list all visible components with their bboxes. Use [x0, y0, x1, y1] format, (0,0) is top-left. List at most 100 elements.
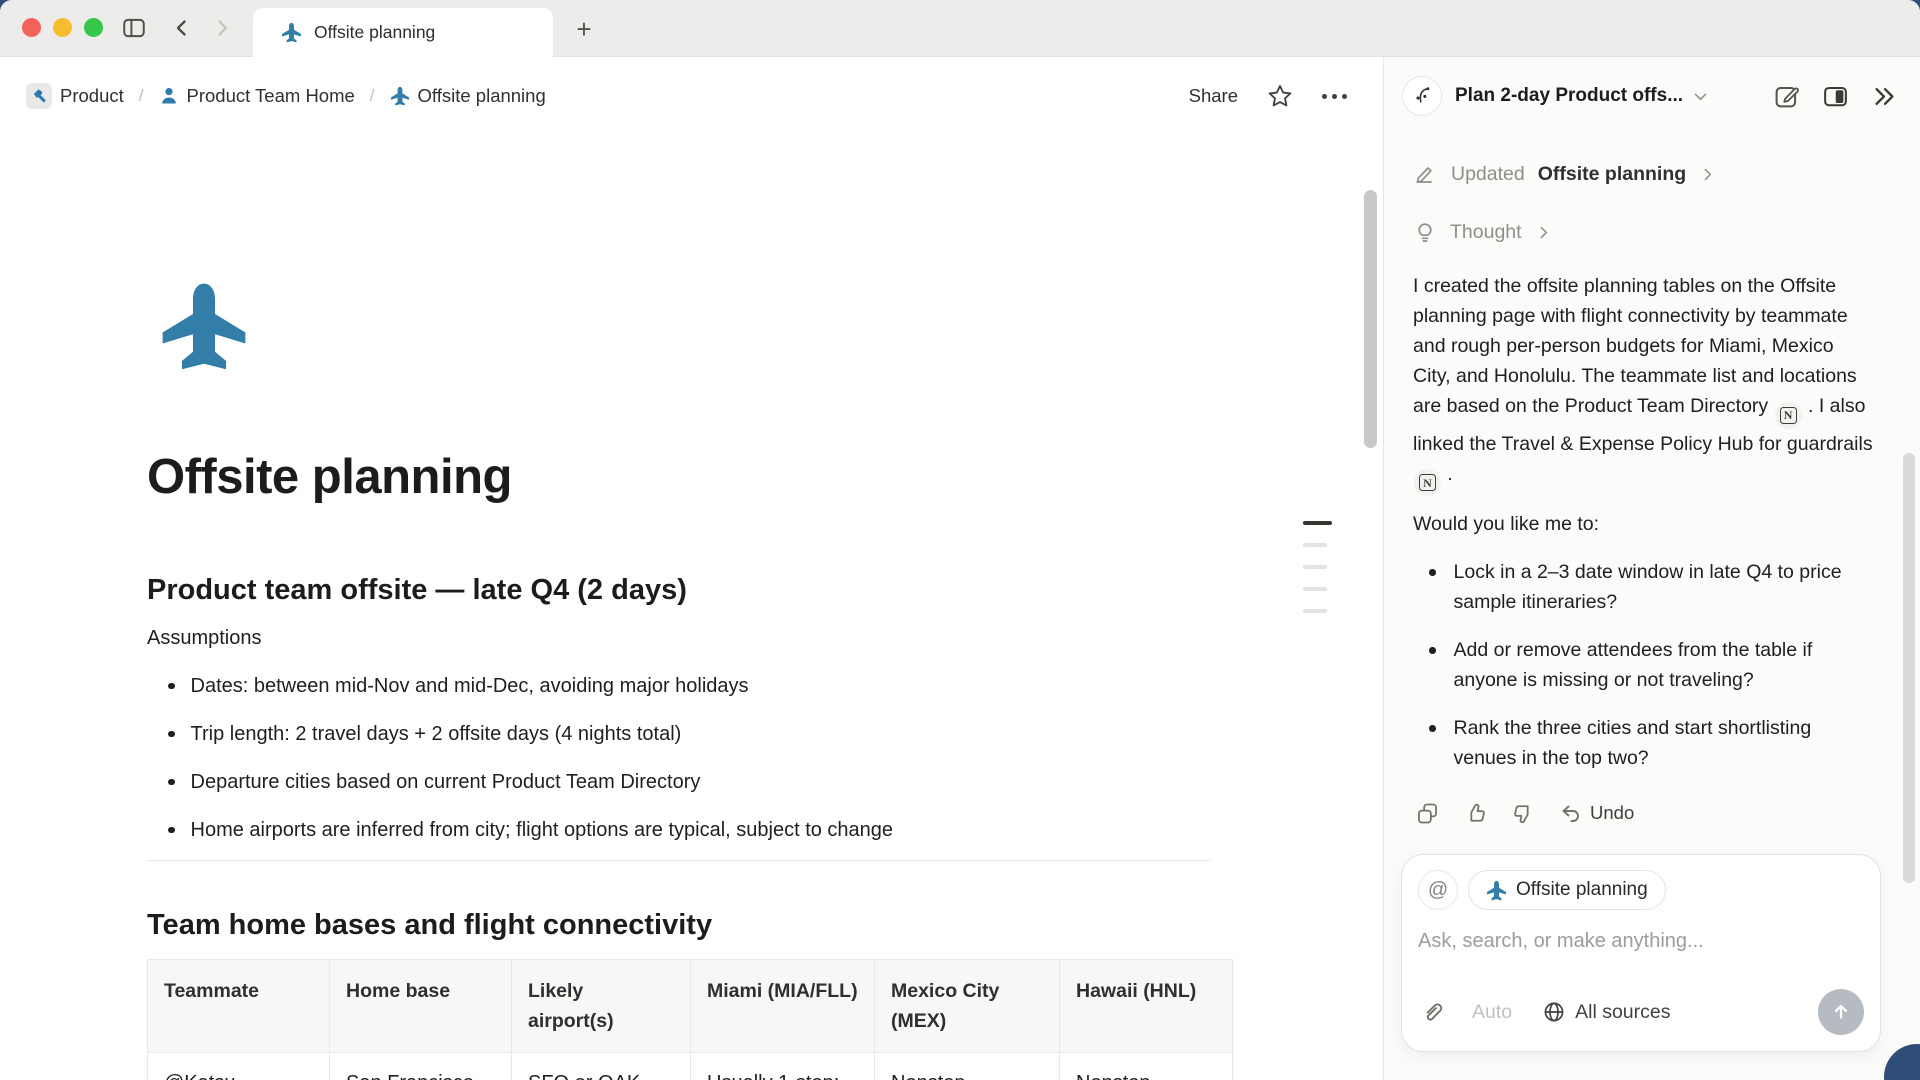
chip-label: Offsite planning — [1516, 879, 1648, 901]
undo-label: Undo — [1590, 802, 1634, 824]
thought-label: Thought — [1450, 221, 1522, 244]
updated-step-row[interactable]: Updated Offsite planning — [1413, 162, 1874, 187]
column-header[interactable]: Likely airport(s) — [512, 960, 691, 1053]
assumptions-list: Dates: between mid-Nov and mid-Dec, avoi… — [147, 662, 1233, 854]
thumbs-up-icon[interactable] — [1461, 799, 1489, 827]
column-header[interactable]: Home base — [330, 960, 512, 1053]
breadcrumb-item-offsite-planning[interactable]: Offsite planning — [384, 81, 552, 111]
list-item: Departure cities based on current Produc… — [147, 758, 1233, 806]
column-header[interactable]: Hawaii (HNL) — [1060, 960, 1233, 1053]
table-cell[interactable]: Usually 1-stop; — [691, 1053, 875, 1080]
column-header[interactable]: Mexico City (MEX) — [875, 960, 1060, 1053]
breadcrumb-label: Product — [60, 85, 124, 107]
table-cell[interactable]: SFO or OAK — [512, 1053, 691, 1080]
plane-icon — [281, 22, 302, 43]
breadcrumb-item-team-home[interactable]: Product Team Home — [153, 81, 361, 111]
minimize-window-button[interactable] — [53, 18, 72, 37]
notion-ai-face-icon — [1402, 76, 1442, 116]
connectivity-table: Teammate Home base Likely airport(s) Mia… — [147, 959, 1233, 1080]
document-header: Product / Product Team Home / Offsite pl… — [0, 57, 1383, 135]
sidebar-toggle-icon — [121, 15, 147, 41]
person-icon — [159, 86, 179, 106]
close-window-button[interactable] — [22, 18, 41, 37]
ai-sidebar: Plan 2-day Product offs... — [1383, 57, 1920, 1080]
breadcrumb: Product / Product Team Home / Offsite pl… — [20, 79, 552, 113]
auto-mode-button[interactable]: Auto — [1472, 1001, 1512, 1024]
chevron-left-icon — [170, 16, 194, 40]
thumbs-down-icon[interactable] — [1509, 799, 1537, 827]
undo-button[interactable]: Undo — [1559, 801, 1634, 825]
table-cell[interactable]: Nonstop — [875, 1053, 1060, 1080]
star-icon[interactable] — [1266, 82, 1294, 110]
list-item: Rank the three cities and start shortlis… — [1413, 713, 1874, 773]
document-scrollbar[interactable] — [1364, 190, 1377, 448]
table-cell-mention[interactable]: @Katsu — [148, 1053, 330, 1080]
page-plane-icon[interactable] — [155, 280, 253, 372]
table-cell[interactable]: San Francisco — [330, 1053, 512, 1080]
column-header[interactable]: Teammate — [148, 960, 330, 1053]
all-sources-label: All sources — [1575, 1001, 1670, 1024]
thought-step-row[interactable]: Thought — [1413, 220, 1874, 244]
new-tab-button[interactable]: + — [568, 13, 600, 45]
thread-title[interactable]: Plan 2-day Product offs... — [1455, 85, 1683, 107]
tab-offsite-planning[interactable]: Offsite planning — [253, 8, 553, 57]
suggestion-list: Lock in a 2–3 date window in late Q4 to … — [1413, 557, 1874, 773]
zoom-window-button[interactable] — [84, 18, 103, 37]
composer-input[interactable]: Ask, search, or make anything... — [1418, 930, 1864, 953]
toggle-sidebar-button[interactable] — [120, 14, 148, 42]
assumptions-label: Assumptions — [147, 624, 1233, 652]
chevron-down-icon[interactable] — [1692, 88, 1709, 105]
attachment-paperclip-icon[interactable] — [1418, 998, 1446, 1026]
hammer-icon — [26, 83, 52, 109]
table-row: @Katsu San Francisco SFO or OAK Usually … — [148, 1053, 1233, 1080]
sidebar-scrollbar[interactable] — [1903, 453, 1915, 883]
lightbulb-icon — [1413, 220, 1437, 244]
share-button[interactable]: Share — [1189, 85, 1238, 107]
list-item: Trip length: 2 travel days + 2 offsite d… — [147, 710, 1233, 758]
mention-at-button[interactable]: @ — [1418, 870, 1458, 910]
updated-label: Updated — [1451, 163, 1525, 186]
ai-message: I created the offsite planning tables on… — [1413, 271, 1874, 496]
arrow-up-icon — [1830, 1001, 1852, 1023]
tab-title: Offsite planning — [314, 22, 435, 43]
section-heading: Team home bases and flight connectivity — [147, 907, 1233, 943]
undo-arrow-icon — [1559, 801, 1583, 825]
more-options-button[interactable] — [1322, 94, 1347, 99]
list-item: Lock in a 2–3 date window in late Q4 to … — [1413, 557, 1874, 617]
updated-target-page: Offsite planning — [1538, 163, 1686, 186]
message-actions: Undo — [1413, 799, 1874, 827]
breadcrumb-separator: / — [370, 86, 375, 106]
all-sources-button[interactable]: All sources — [1542, 1000, 1670, 1024]
list-item: Add or remove attendees from the table i… — [1413, 635, 1874, 695]
breadcrumb-item-product[interactable]: Product — [20, 79, 130, 113]
edit-pencil-icon — [1413, 162, 1438, 187]
table-of-contents-indicator[interactable] — [1303, 521, 1332, 631]
copy-icon[interactable] — [1413, 799, 1441, 827]
chevrons-right-icon[interactable] — [1870, 82, 1898, 110]
ai-sidebar-header: Plan 2-day Product offs... — [1384, 57, 1920, 135]
app-window: Offsite planning + Product / Product Tea… — [0, 0, 1920, 1080]
table-header-row: Teammate Home base Likely airport(s) Mia… — [148, 960, 1233, 1053]
ai-composer[interactable]: @ Offsite planning Ask, search, or make … — [1401, 854, 1881, 1052]
tab-bar: Offsite planning + — [0, 0, 1920, 57]
send-button[interactable] — [1818, 989, 1864, 1035]
breadcrumb-label: Product Team Home — [187, 85, 355, 107]
forward-button[interactable] — [208, 14, 236, 42]
notion-page-badge-icon[interactable]: N — [1414, 469, 1441, 496]
column-header[interactable]: Miami (MIA/FLL) — [691, 960, 875, 1053]
plane-icon — [390, 86, 410, 106]
chevron-right-icon — [1535, 224, 1552, 241]
breadcrumb-label: Offsite planning — [418, 85, 546, 107]
context-chip-offsite-planning[interactable]: Offsite planning — [1468, 870, 1666, 910]
compose-icon[interactable] — [1772, 82, 1800, 110]
table-cell[interactable]: Nonstop — [1060, 1053, 1233, 1080]
back-button[interactable] — [168, 14, 196, 42]
ai-question: Would you like me to: — [1413, 509, 1874, 539]
divider — [147, 860, 1210, 861]
panel-right-icon[interactable] — [1821, 82, 1849, 110]
list-item: Dates: between mid-Nov and mid-Dec, avoi… — [147, 662, 1233, 710]
page-title: Offsite planning — [147, 448, 1233, 506]
section-heading: Product team offsite — late Q4 (2 days) — [147, 572, 1233, 608]
notion-page-badge-icon[interactable]: N — [1775, 402, 1802, 429]
document-body: Offsite planning Product team offsite — … — [147, 135, 1233, 1080]
